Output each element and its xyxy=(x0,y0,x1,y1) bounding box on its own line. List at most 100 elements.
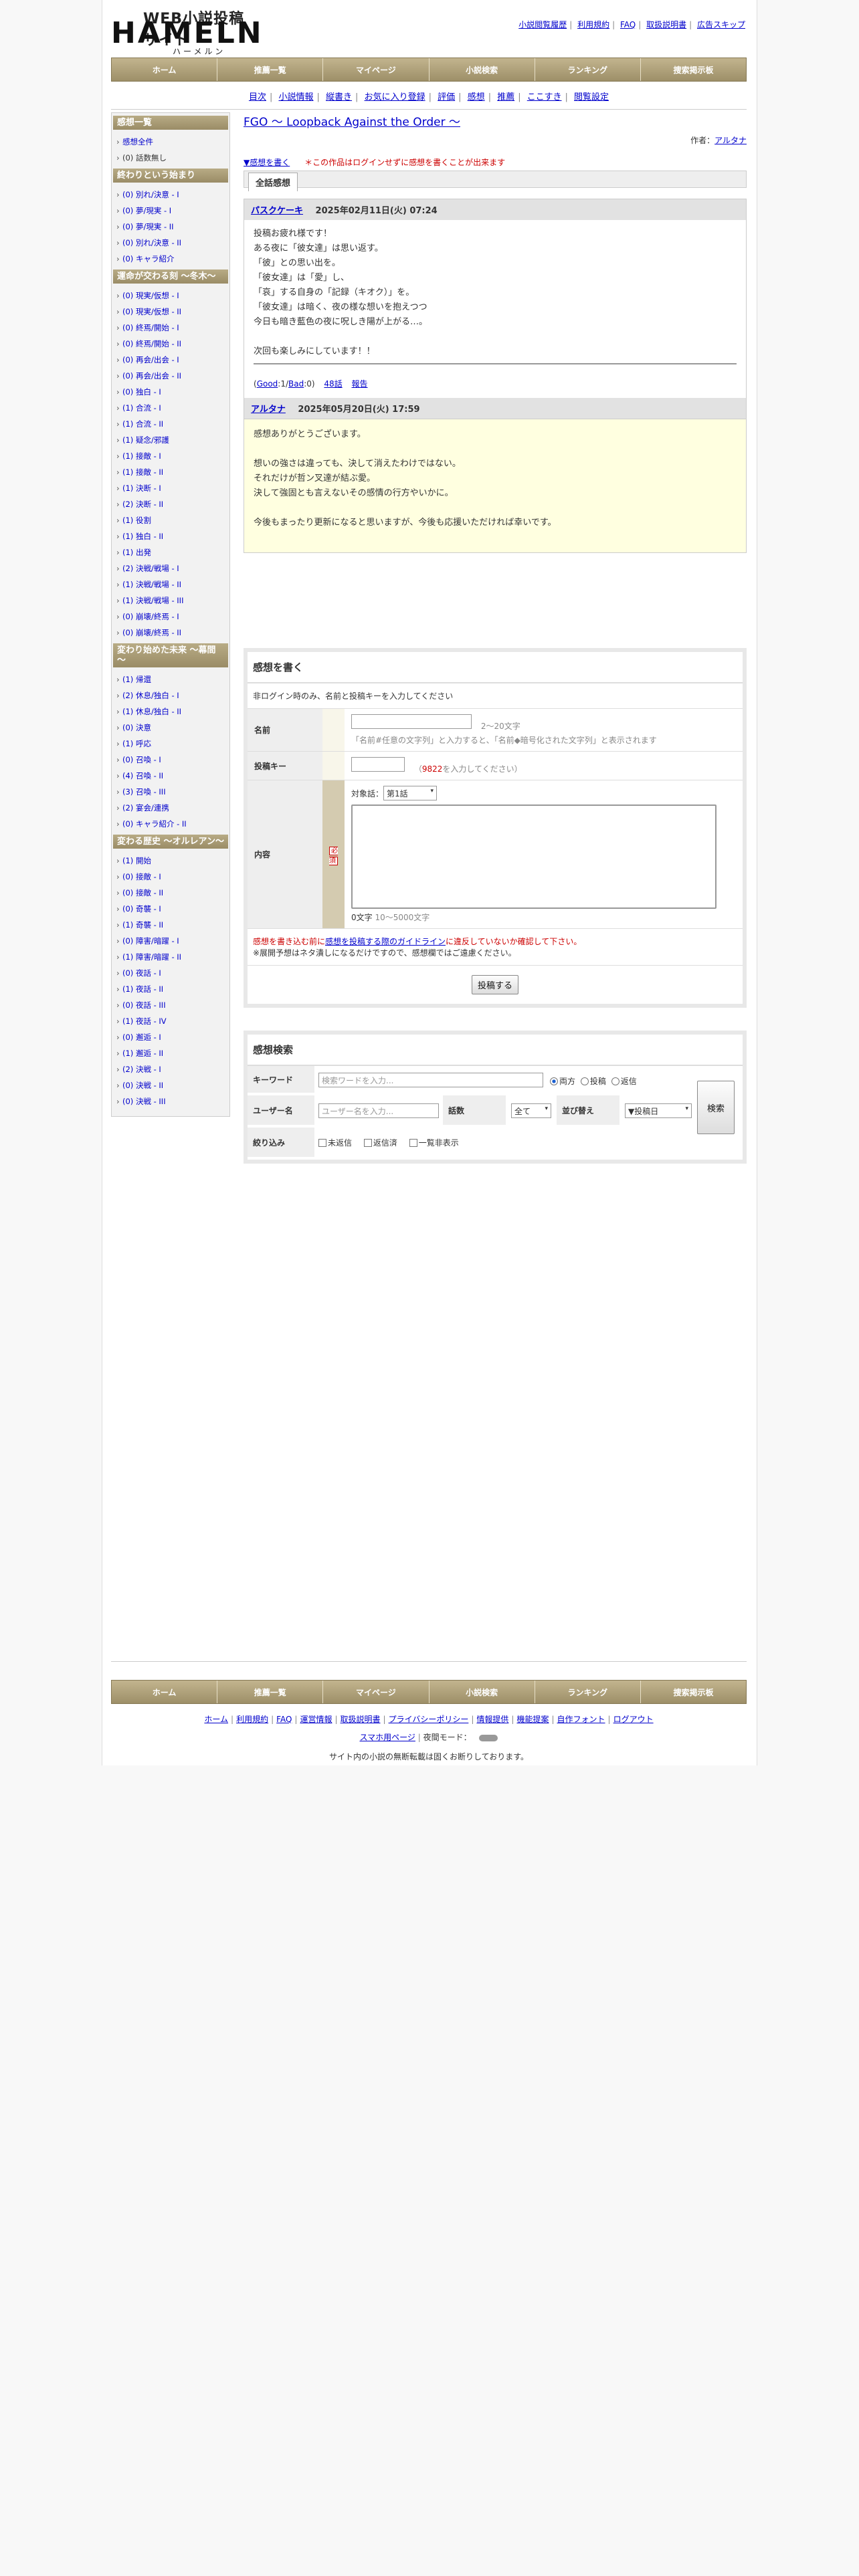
night-mode-toggle[interactable] xyxy=(479,1734,498,1741)
sidebar-episode-item[interactable]: (1) 決戦/戦場 - III xyxy=(113,593,228,609)
sidebar-episode-item[interactable]: (1) 出発 xyxy=(113,544,228,560)
manual-link[interactable]: 取扱説明書 xyxy=(646,20,686,29)
footer-nav-board[interactable]: 捜索掲示板 xyxy=(641,1681,746,1703)
history-link[interactable]: 小説閲覧履歴 xyxy=(518,20,567,29)
sidebar-episode-item[interactable]: (0) 夢/現実 - I xyxy=(113,203,228,219)
sidebar-episode-item[interactable]: (0) 現実/仮想 - II xyxy=(113,304,228,320)
sidebar-episode-item[interactable]: (2) 決戦 - I xyxy=(113,1061,228,1077)
footer-link[interactable]: 自作フォント xyxy=(557,1715,605,1724)
sidebar-episode-item[interactable]: (0) 終焉/開始 - I xyxy=(113,320,228,336)
sidebar-episode-item[interactable]: (1) 呼応 xyxy=(113,736,228,752)
nav-board[interactable]: 捜索掲示板 xyxy=(641,58,746,81)
sidebar-episode-item[interactable]: (1) 合流 - I xyxy=(113,400,228,416)
footer-link[interactable]: 機能提案 xyxy=(516,1715,549,1724)
good-button[interactable]: Good xyxy=(257,379,278,389)
site-logo[interactable]: WEB小説投稿サイト HAMELN ハーメルン xyxy=(111,7,262,56)
sidebar-episode-item[interactable]: (0) 再会/出会 - I xyxy=(113,352,228,368)
sidebar-episode-item[interactable]: (1) 帰還 xyxy=(113,671,228,687)
subnav-info[interactable]: 小説情報 xyxy=(278,92,313,102)
subnav-toc[interactable]: 目次 xyxy=(249,92,266,102)
sidebar-episode-item[interactable]: (0) 独白 - I xyxy=(113,384,228,400)
sidebar-episode-item[interactable]: (1) 役割 xyxy=(113,512,228,528)
footer-nav-home[interactable]: ホーム xyxy=(112,1681,218,1703)
sidebar-episode-item[interactable]: (1) 夜話 - IV xyxy=(113,1013,228,1029)
sidebar-episode-item[interactable]: (0) 夜話 - I xyxy=(113,965,228,981)
sidebar-episode-item[interactable]: (0) 決戦 - II xyxy=(113,1077,228,1093)
footer-link[interactable]: 取扱説明書 xyxy=(341,1715,381,1724)
subnav-vertical[interactable]: 縦書き xyxy=(326,92,352,102)
sidebar-episode-item[interactable]: (0) 夜話 - III xyxy=(113,997,228,1013)
sidebar-episode-item[interactable]: (0) 接敵 - I xyxy=(113,869,228,885)
target-select[interactable]: 第1話 ▾ xyxy=(383,786,438,800)
nav-ranking[interactable]: ランキング xyxy=(535,58,641,81)
sidebar-episode-item[interactable]: (0) 再会/出会 - II xyxy=(113,368,228,384)
ad-skip-link[interactable]: 広告スキップ xyxy=(697,20,745,29)
subnav-favorite[interactable]: お気に入り登録 xyxy=(365,92,425,102)
sidebar-episode-item[interactable]: (1) 接敵 - II xyxy=(113,464,228,480)
key-input[interactable] xyxy=(351,757,405,772)
sidebar-episode-item[interactable]: (0) 別れ/決意 - II xyxy=(113,235,228,251)
footer-link[interactable]: FAQ xyxy=(276,1715,292,1724)
episode-select[interactable]: 全て ▾ xyxy=(511,1103,551,1118)
sidebar-episode-item[interactable]: (1) 合流 - II xyxy=(113,416,228,432)
sidebar-episode-item[interactable]: (0) 現実/仮想 - I xyxy=(113,288,228,304)
radio-post[interactable] xyxy=(580,1077,589,1085)
subnav-recommend[interactable]: 推薦 xyxy=(497,92,514,102)
subnav-rate[interactable]: 評価 xyxy=(438,92,455,102)
write-review-link[interactable]: ▼感想を書く xyxy=(244,158,290,167)
sidebar-episode-item[interactable]: (0) 夢/現実 - II xyxy=(113,219,228,235)
sidebar-episode-item[interactable]: (4) 召喚 - II xyxy=(113,768,228,784)
nav-search[interactable]: 小説検索 xyxy=(430,58,535,81)
sidebar-episode-item[interactable]: (0) 別れ/決意 - I xyxy=(113,187,228,203)
sidebar-episode-item[interactable]: (1) 決戦/戦場 - II xyxy=(113,576,228,593)
sidebar-episode-item[interactable]: (1) 奇襲 - II xyxy=(113,917,228,933)
footer-nav-recommend[interactable]: 推薦一覧 xyxy=(217,1681,324,1703)
filter-unreplied-check[interactable] xyxy=(318,1139,326,1147)
sidebar-episode-item[interactable]: (0) 崩壊/終焉 - I xyxy=(113,609,228,625)
sidebar-episode-item[interactable]: (0) 奇襲 - I xyxy=(113,901,228,917)
sidebar-episode-item[interactable]: (1) 接敵 - I xyxy=(113,448,228,464)
sidebar-episode-item[interactable]: (1) 障害/暗躍 - II xyxy=(113,949,228,965)
sidebar-episode-item[interactable]: (0) キャラ紹介 - II xyxy=(113,816,228,832)
footer-link[interactable]: ログアウト xyxy=(613,1715,654,1724)
filter-hidden-check[interactable] xyxy=(409,1139,417,1147)
sidebar-episode-item[interactable]: (0) 終焉/開始 - II xyxy=(113,336,228,352)
reviewer-link[interactable]: パスクケーキ xyxy=(251,206,303,216)
footer-nav-mypage[interactable]: マイページ xyxy=(323,1681,430,1703)
submit-button[interactable]: 投稿する xyxy=(471,975,518,994)
nav-home[interactable]: ホーム xyxy=(112,58,218,81)
bad-button[interactable]: Bad xyxy=(288,379,304,389)
faq-link[interactable]: FAQ xyxy=(620,20,636,29)
sidebar-episode-item[interactable]: (0) 障害/暗躍 - I xyxy=(113,933,228,949)
sidebar-item-all[interactable]: 感想全件 xyxy=(113,134,228,150)
episode-link[interactable]: 48話 xyxy=(324,379,342,389)
nav-recommend[interactable]: 推薦一覧 xyxy=(217,58,324,81)
name-input[interactable] xyxy=(351,714,472,729)
keyword-input[interactable]: 検索ワードを入力... xyxy=(318,1073,543,1087)
content-textarea[interactable] xyxy=(351,804,717,909)
radio-both[interactable] xyxy=(550,1077,558,1085)
replier-link[interactable]: アルタナ xyxy=(251,405,286,415)
sidebar-episode-item[interactable]: (1) 開始 xyxy=(113,853,228,869)
terms-link[interactable]: 利用規約 xyxy=(577,20,609,29)
sidebar-episode-item[interactable]: (1) 夜話 - II xyxy=(113,981,228,997)
search-button[interactable]: 検索 xyxy=(697,1081,735,1134)
report-link[interactable]: 報告 xyxy=(352,379,368,389)
footer-link[interactable]: プライバシーポリシー xyxy=(389,1715,469,1724)
author-link[interactable]: アルタナ xyxy=(714,136,747,145)
sidebar-episode-item[interactable]: (1) 疑念/邪護 xyxy=(113,432,228,448)
sidebar-episode-item[interactable]: (1) 独白 - II xyxy=(113,528,228,544)
subnav-kokosuki[interactable]: ここすき xyxy=(527,92,562,102)
radio-reply[interactable] xyxy=(611,1077,619,1085)
footer-nav-ranking[interactable]: ランキング xyxy=(535,1681,641,1703)
sidebar-episode-item[interactable]: (1) 決断 - I xyxy=(113,480,228,496)
sidebar-episode-item[interactable]: (2) 宴会/連携 xyxy=(113,800,228,816)
sidebar-episode-item[interactable]: (0) 決戦 - III xyxy=(113,1093,228,1109)
sidebar-episode-item[interactable]: (0) 決意 xyxy=(113,720,228,736)
filter-replied-check[interactable] xyxy=(363,1139,372,1147)
sidebar-episode-item[interactable]: (0) 召喚 - I xyxy=(113,752,228,768)
novel-title[interactable]: FGO ～ Loopback Against the Order ～ xyxy=(244,112,747,129)
footer-link[interactable]: 運営情報 xyxy=(300,1715,332,1724)
subnav-reviews[interactable]: 感想 xyxy=(468,92,485,102)
tab-all-reviews[interactable]: 全話感想 xyxy=(248,173,298,191)
